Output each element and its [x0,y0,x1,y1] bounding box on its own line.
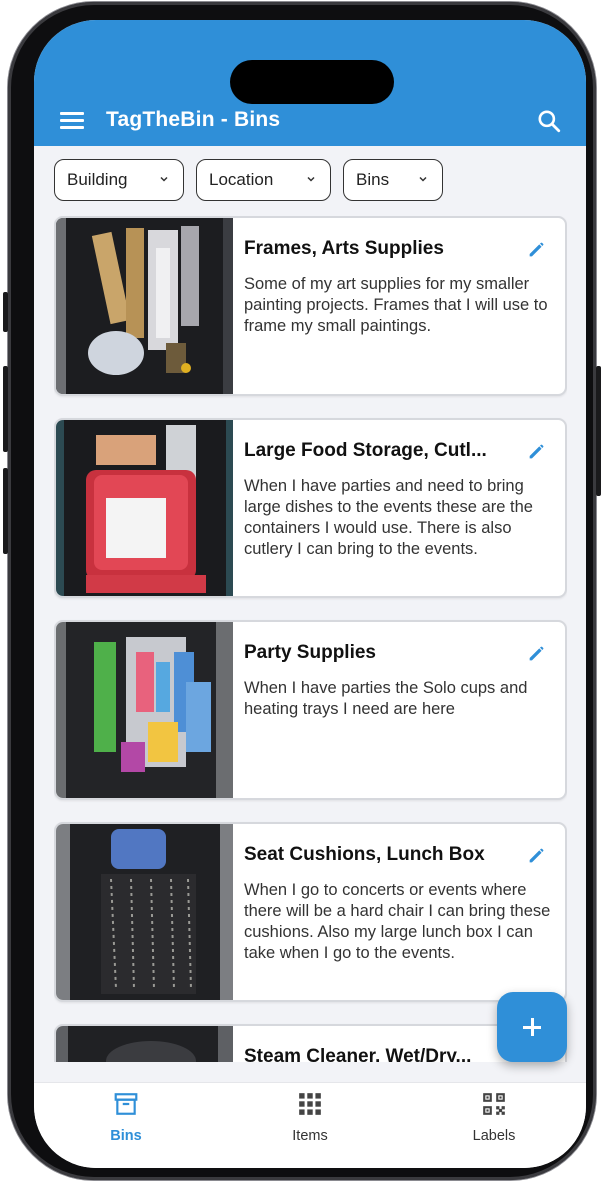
dynamic-island [230,60,394,104]
bin-card[interactable]: Large Food Storage, Cutl... When I have … [54,418,567,598]
bin-description: When I have parties and need to bring la… [244,477,533,558]
bin-description: When I go to concerts or events where th… [244,881,551,962]
bin-card[interactable]: Frames, Arts Supplies Some of my art sup… [54,216,567,396]
chevron-down-icon [160,176,168,182]
volume-up-button [3,366,8,452]
page-title: TagTheBin - Bins [106,108,281,131]
add-bin-button[interactable] [497,992,567,1062]
mute-switch [3,292,8,332]
location-filter-label: Location [209,170,274,189]
edit-pencil-icon[interactable] [526,440,548,462]
building-filter-dropdown[interactable]: Building [54,159,184,201]
bin-photo [56,824,233,1000]
bin-photo [56,420,233,596]
power-button [596,366,601,496]
chevron-down-icon [307,176,315,182]
hamburger-menu-icon[interactable] [60,112,84,130]
archive-box-icon [114,1093,138,1115]
volume-down-button [3,468,8,554]
bin-title: Frames, Arts Supplies [244,238,444,259]
edit-pencil-icon[interactable] [526,238,548,260]
bin-title: Seat Cushions, Lunch Box [244,844,485,865]
bin-photo [56,622,233,798]
bottom-navigation: Bins Items Labels [34,1082,586,1168]
bin-title: Steam Cleaner, Wet/Dry... [244,1046,472,1062]
search-icon[interactable] [536,108,562,134]
nav-items[interactable]: Items [250,1091,370,1144]
nav-bins-label: Bins [110,1128,142,1144]
location-filter-dropdown[interactable]: Location [196,159,331,201]
grid-icon [299,1093,321,1115]
edit-pencil-icon[interactable] [526,642,548,664]
bin-photo [56,218,233,394]
bin-card[interactable]: Seat Cushions, Lunch Box When I go to co… [54,822,567,1002]
phone-frame: TagTheBin - Bins Building Location Bins [3,2,601,1180]
edit-pencil-icon[interactable] [526,844,548,866]
app-screen: TagTheBin - Bins Building Location Bins [34,20,586,1168]
qr-code-icon [483,1093,505,1115]
bin-card[interactable]: Party Supplies When I have parties the S… [54,620,567,800]
bin-description: Some of my art supplies for my smaller p… [244,275,548,335]
chevron-down-icon [419,176,427,182]
bin-card[interactable]: Steam Cleaner, Wet/Dry... [54,1024,567,1062]
bins-filter-dropdown[interactable]: Bins [343,159,443,201]
bin-photo [56,1026,233,1062]
bins-filter-label: Bins [356,170,390,189]
bin-list[interactable]: Frames, Arts Supplies Some of my art sup… [54,216,567,1062]
nav-bins[interactable]: Bins [66,1091,186,1144]
bin-title: Large Food Storage, Cutl... [244,440,487,461]
nav-labels[interactable]: Labels [434,1091,554,1144]
bin-description: When I have parties the Solo cups and he… [244,679,528,718]
nav-labels-label: Labels [472,1128,516,1144]
bin-title: Party Supplies [244,642,376,663]
building-filter-label: Building [67,170,128,189]
nav-items-label: Items [292,1128,328,1144]
